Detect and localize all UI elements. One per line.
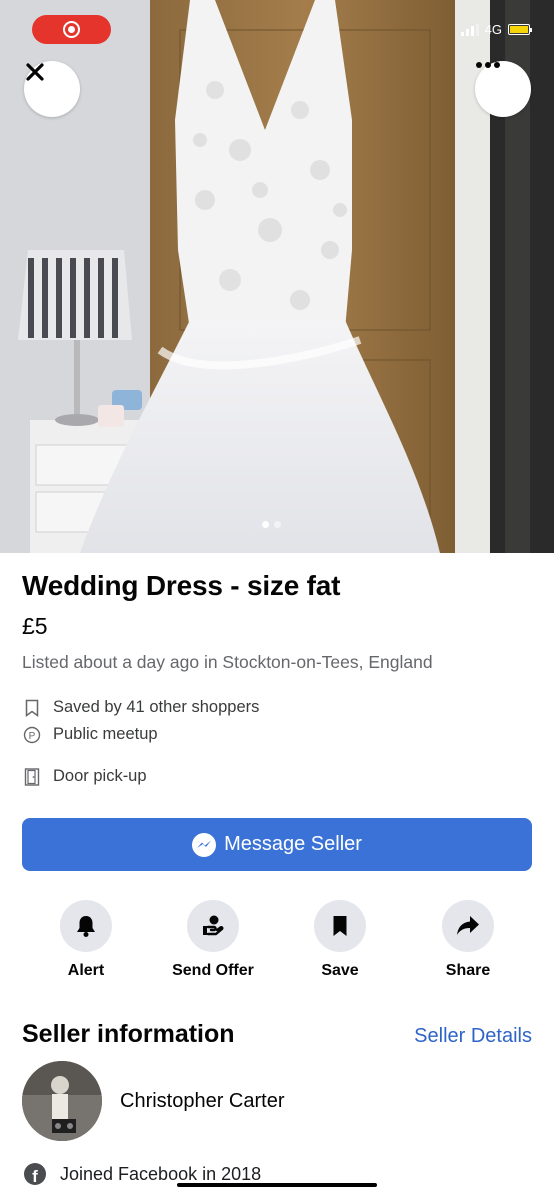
signal-icon bbox=[460, 23, 479, 36]
seller-avatar[interactable] bbox=[22, 1061, 102, 1141]
share-icon bbox=[457, 916, 479, 935]
parking-icon: P bbox=[22, 725, 41, 744]
bookmark-icon bbox=[333, 916, 347, 936]
status-bar: 4G bbox=[460, 22, 532, 37]
save-label: Save bbox=[321, 962, 359, 979]
feature-meetup: P Public meetup bbox=[22, 725, 158, 744]
feature-pickup: Door pick-up bbox=[22, 767, 147, 786]
listing-meta: Listed about a day ago in Stockton-on-Te… bbox=[22, 652, 433, 672]
share-label: Share bbox=[445, 962, 491, 979]
alert-button[interactable]: Alert bbox=[26, 900, 146, 980]
home-indicator bbox=[177, 1183, 377, 1187]
seller-info-heading: Seller information bbox=[22, 1020, 235, 1048]
share-button[interactable]: Share bbox=[408, 900, 528, 980]
feature-label: Door pick-up bbox=[53, 767, 147, 785]
save-icon-circle bbox=[314, 900, 366, 952]
seller-details-link[interactable]: Seller Details bbox=[414, 1025, 532, 1048]
listing-photo[interactable]: 4G bbox=[0, 0, 554, 553]
messenger-icon bbox=[192, 832, 217, 857]
save-button[interactable]: Save bbox=[280, 900, 400, 980]
listing-title: Wedding Dress - size fat bbox=[22, 570, 341, 601]
facebook-icon: f bbox=[24, 1163, 46, 1185]
message-seller-label: Message Seller bbox=[224, 833, 362, 855]
more-options-button[interactable] bbox=[475, 61, 531, 117]
bookmark-outline-icon bbox=[22, 698, 41, 717]
joined-label: Joined Facebook in 2018 bbox=[60, 1163, 262, 1184]
alert-label: Alert bbox=[67, 962, 105, 979]
page-dot-active bbox=[262, 521, 269, 528]
joined-facebook-row: f Joined Facebook in 2018 bbox=[24, 1163, 261, 1185]
photo-page-indicator bbox=[262, 521, 281, 528]
close-button[interactable] bbox=[24, 61, 80, 117]
screen-record-indicator bbox=[32, 15, 111, 44]
svg-text:P: P bbox=[28, 731, 35, 742]
listing-price: £5 bbox=[22, 613, 48, 639]
message-seller-button[interactable]: Message Seller bbox=[22, 818, 532, 871]
offer-icon bbox=[203, 915, 224, 936]
feature-label: Saved by 41 other shoppers bbox=[53, 698, 260, 716]
action-row: Alert Send Offer Save Share bbox=[0, 900, 554, 980]
battery-icon bbox=[508, 24, 532, 35]
close-icon bbox=[26, 63, 44, 81]
alert-icon-circle bbox=[60, 900, 112, 952]
feature-label: Public meetup bbox=[53, 725, 158, 743]
bell-icon bbox=[77, 916, 95, 937]
avatar-image bbox=[22, 1061, 102, 1141]
seller-name[interactable]: Christopher Carter bbox=[120, 1090, 285, 1113]
door-icon bbox=[22, 767, 41, 786]
more-options-icon bbox=[476, 62, 500, 68]
feature-saved: Saved by 41 other shoppers bbox=[22, 698, 259, 717]
offer-icon-circle bbox=[187, 900, 239, 952]
share-icon-circle bbox=[442, 900, 494, 952]
page-dot bbox=[274, 521, 281, 528]
send-offer-label: Send Offer bbox=[172, 962, 254, 979]
network-label: 4G bbox=[484, 22, 502, 37]
dress-photo-illustration bbox=[0, 0, 554, 553]
send-offer-button[interactable]: Send Offer bbox=[153, 900, 273, 980]
screen-record-icon bbox=[63, 21, 80, 38]
